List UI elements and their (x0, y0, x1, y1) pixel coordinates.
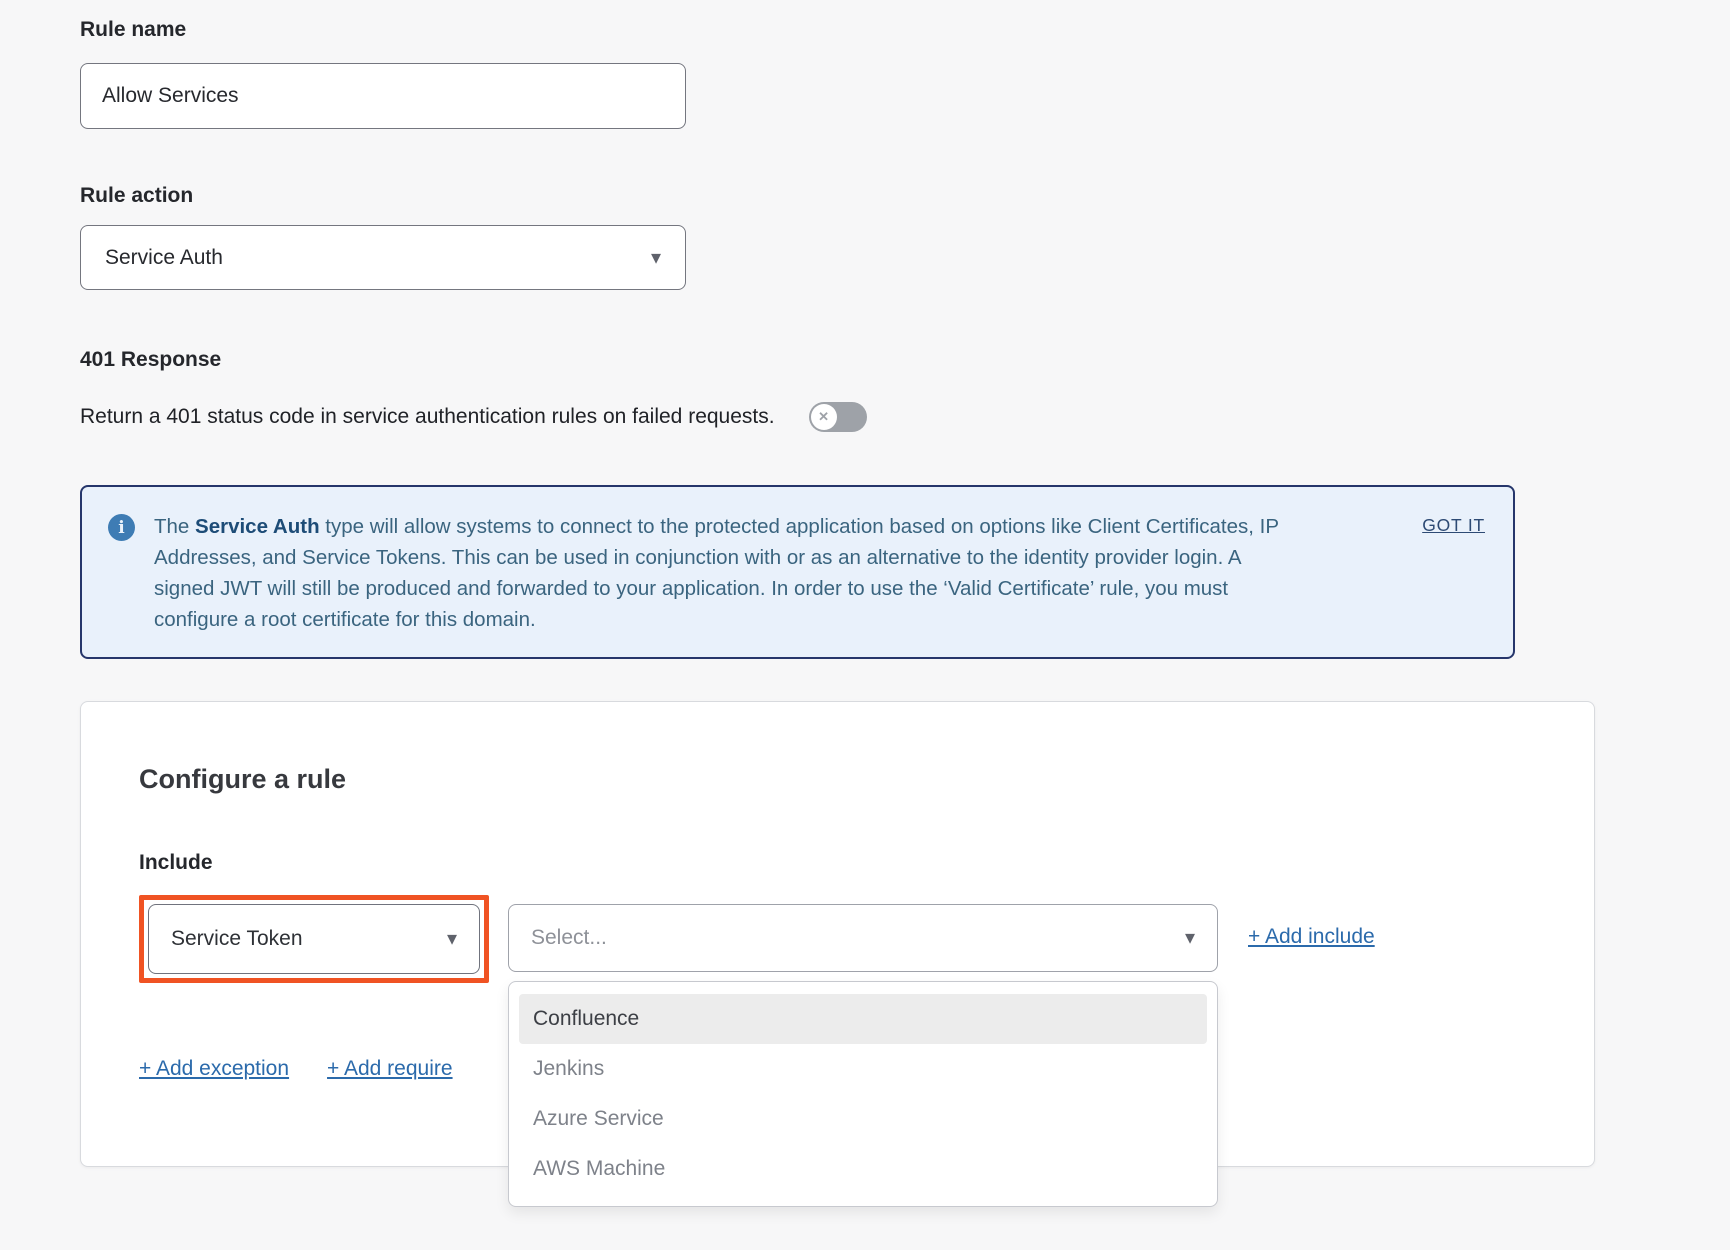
got-it-link[interactable]: GOT IT (1422, 511, 1485, 536)
chevron-down-icon: ▾ (447, 929, 457, 949)
rule-action-value: Service Auth (105, 246, 223, 270)
menu-option[interactable]: Confluence (519, 994, 1207, 1044)
include-value-placeholder: Select... (531, 926, 607, 950)
toggle-off-icon: ✕ (811, 404, 837, 430)
chevron-down-icon: ▾ (1185, 928, 1195, 948)
banner-text-prefix: The (154, 515, 195, 538)
banner-text-bold: Service Auth (195, 515, 320, 538)
response-401-heading: 401 Response (80, 348, 1730, 372)
response-401-toggle[interactable]: ✕ (809, 402, 867, 432)
chevron-down-icon: ▾ (651, 248, 661, 268)
info-banner: i The Service Auth type will allow syste… (80, 485, 1515, 659)
include-row: Service Token ▾ Select... ▾ + Add includ… (139, 895, 1594, 983)
configure-rule-heading: Configure a rule (139, 764, 1594, 795)
include-selector-value: Service Token (171, 927, 303, 951)
add-exception-link[interactable]: + Add exception (139, 1057, 289, 1081)
include-selector-dropdown[interactable]: Service Token ▾ (148, 904, 480, 974)
menu-option[interactable]: AWS Machine (519, 1144, 1207, 1194)
include-label: Include (139, 851, 1594, 875)
rule-name-label: Rule name (80, 18, 1730, 42)
response-401-description: Return a 401 status code in service auth… (80, 405, 775, 429)
info-banner-text: The Service Auth type will allow systems… (154, 511, 1294, 635)
include-value-dropdown[interactable]: Select... ▾ (508, 904, 1218, 972)
page-content: Rule name Rule action Service Auth ▾ 401… (0, 0, 1730, 1167)
service-token-options-menu: ConfluenceJenkinsAzure ServiceAWS Machin… (508, 981, 1218, 1207)
info-icon: i (108, 514, 135, 541)
menu-option[interactable]: Azure Service (519, 1094, 1207, 1144)
rule-action-select[interactable]: Service Auth ▾ (80, 225, 686, 290)
configure-rule-card: Configure a rule Include Service Token ▾… (80, 701, 1595, 1167)
menu-option[interactable]: Jenkins (519, 1044, 1207, 1094)
selector-highlight-outline: Service Token ▾ (139, 895, 489, 983)
response-401-row: Return a 401 status code in service auth… (80, 402, 1730, 432)
add-include-link[interactable]: + Add include (1248, 925, 1375, 949)
rule-name-input[interactable] (80, 63, 686, 129)
add-require-link[interactable]: + Add require (327, 1057, 453, 1081)
rule-action-label: Rule action (80, 184, 1730, 208)
banner-text-suffix: type will allow systems to connect to th… (154, 515, 1279, 631)
